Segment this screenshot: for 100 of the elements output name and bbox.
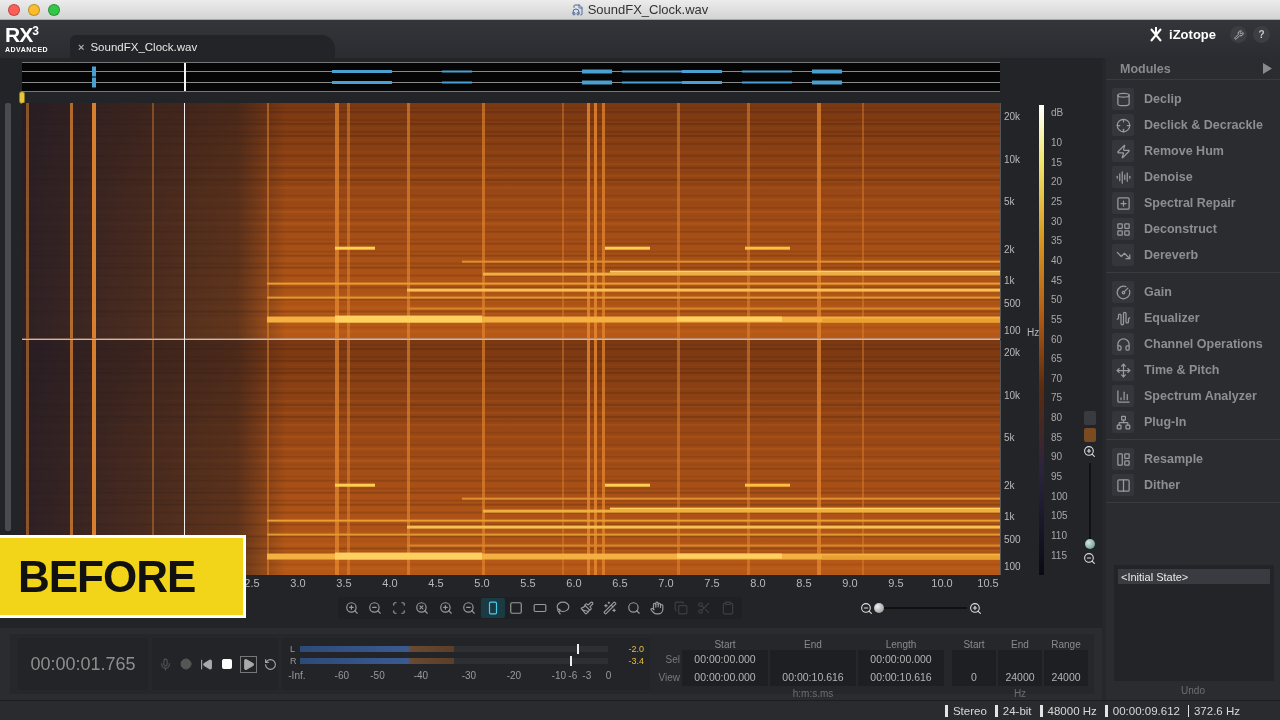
undo-item[interactable]: <Initial State> [1118,569,1270,584]
waveform-overview[interactable] [22,62,1000,92]
expand-arrow-icon[interactable] [1263,63,1272,74]
meter-scale-label: -3 [582,670,592,681]
module-item[interactable]: Denoise [1106,164,1280,190]
status-text: 372.6 Hz [1193,704,1240,717]
zoom-out-icon[interactable] [859,601,873,615]
module-item[interactable]: Time & Pitch [1106,357,1280,383]
zoom-in-icon [344,601,359,615]
time-label: 5.5 [520,577,536,589]
close-button[interactable] [8,3,20,16]
frequency-field[interactable]: 24000 [1044,668,1088,686]
time-field[interactable]: 00:00:00.000 [682,668,768,686]
frequency-label: 5k [1004,431,1015,443]
columns-icon [1112,474,1134,496]
db-label: 45 [1051,274,1063,286]
channel-label: R [290,656,296,666]
frequency-label: 500 [1004,297,1021,309]
db-label: 30 [1051,215,1063,227]
channel-scrollbar[interactable] [5,103,11,531]
status-text: 00:00:09.612 [1112,704,1180,717]
zoom-in-icon[interactable] [1083,445,1096,458]
meter-scale-label: 0 [605,670,612,681]
module-item[interactable]: Equalizer [1106,305,1280,331]
time-label: 8.0 [750,577,766,589]
help-button[interactable]: ? [1253,26,1270,43]
window-title: SoundFX_Clock.wav [587,2,709,17]
unit-label: h:m:s.ms [791,687,835,699]
waveform-icon [1112,307,1134,329]
trending-down-icon [1112,244,1134,266]
time-field[interactable]: 00:00:10.616 [770,668,856,686]
module-item[interactable]: Declick & Decrackle [1106,112,1280,138]
db-label: 65 [1051,352,1063,364]
before-label: BEFORE [0,535,246,618]
frequency-label: 100 [1004,560,1021,572]
frequency-field[interactable]: 0 [952,668,996,686]
time-label: 3.5 [336,577,352,589]
play-icon [242,657,255,671]
meter-scale-label: -10 [551,670,567,681]
module-item[interactable]: Deconstruct [1106,216,1280,242]
frequency-label: 1k [1004,510,1015,522]
waveform-toggle[interactable] [1083,411,1096,425]
module-item[interactable]: Declip [1106,86,1280,112]
vertical-zoom-thumb[interactable] [1084,538,1095,549]
horizontal-zoom-thumb[interactable] [874,603,885,613]
status-text: 24-bit [1002,704,1032,717]
status-text: 48000 Hz [1047,704,1097,717]
zoom-button[interactable] [48,3,60,16]
frequency-label: 20k [1004,346,1021,358]
module-item[interactable]: Spectral Repair [1106,190,1280,216]
module-item[interactable]: Resample [1106,446,1280,472]
column-header: End [1010,638,1030,650]
zoom-in-icon[interactable] [968,601,982,615]
time-field[interactable]: 00:00:00.000 [858,650,944,668]
record-icon [180,658,192,670]
stop-button[interactable] [220,657,234,671]
time-label: 4.0 [382,577,398,589]
db-label: 55 [1051,313,1063,325]
frequency-label: 10k [1004,153,1021,165]
module-item[interactable]: Dereverb [1106,242,1280,268]
module-item[interactable]: Plug-In [1106,409,1280,435]
frequency-field[interactable]: 24000 [998,668,1042,686]
row-label: View [657,671,680,683]
column-header: Length [884,638,918,650]
move-arrows-icon [1112,359,1134,381]
time-selection-button[interactable] [481,598,505,618]
module-item[interactable]: Spectrum Analyzer [1106,383,1280,409]
brand-name: iZotope [1169,27,1216,42]
meter-scale-label: -40 [413,670,429,681]
zoom-reset-icon [415,601,430,615]
audio-lines-icon [1112,166,1134,188]
frequency-label: 2k [1004,243,1015,255]
module-item[interactable]: Channel Operations [1106,331,1280,357]
module-item[interactable]: Remove Hum [1106,138,1280,164]
zoom-out-icon[interactable] [1083,552,1096,565]
document-icon [571,3,584,16]
peak-reading: -2.0 [628,644,644,654]
meter-scale-label: -20 [506,670,522,681]
zoom-frequency-icon [462,601,477,615]
play-button[interactable] [240,655,257,673]
settings-button[interactable] [1230,26,1247,43]
module-item[interactable]: Gain [1106,279,1280,305]
frequency-label: 1k [1004,274,1015,286]
time-field[interactable]: 00:00:00.000 [682,650,768,668]
frequency-label: 2k [1004,479,1015,491]
plus-square-icon [1112,192,1134,214]
loop-button[interactable] [263,656,278,672]
column-header: End [803,638,823,650]
time-field[interactable]: 00:00:10.616 [858,668,944,686]
zoom-out-icon [368,601,383,615]
microphone-icon [159,657,172,671]
db-label: 20 [1051,175,1063,187]
row-label: Sel [664,653,680,665]
tab-close-button[interactable]: × [78,40,85,53]
module-item[interactable]: Dither [1106,472,1280,498]
file-tab[interactable]: × SoundFX_Clock.wav [70,35,335,58]
spectrogram-toggle[interactable] [1083,428,1096,442]
paste-icon [720,601,735,615]
panel-icon [1112,448,1134,470]
brush-icon [579,601,594,615]
